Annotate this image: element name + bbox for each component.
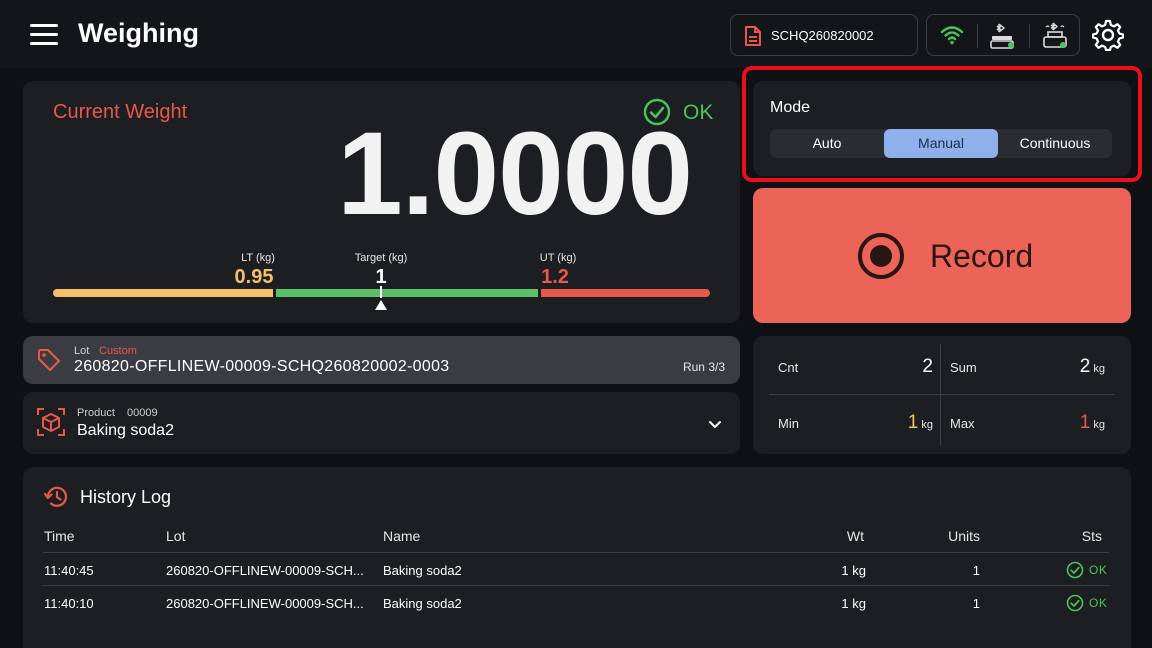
row-status: OK bbox=[1066, 561, 1112, 579]
row-units: 1 bbox=[972, 596, 980, 611]
divider bbox=[43, 585, 1109, 586]
sum-value: 2 kg bbox=[1043, 356, 1105, 378]
wifi-icon bbox=[940, 26, 964, 45]
current-weight-label: Current Weight bbox=[53, 101, 188, 123]
row-weight: 1 kg bbox=[841, 563, 866, 578]
sum-label: Sum bbox=[950, 360, 977, 375]
divider bbox=[940, 344, 941, 446]
hamburger-icon[interactable] bbox=[30, 24, 58, 46]
tag-icon bbox=[38, 349, 60, 371]
divider bbox=[977, 24, 978, 48]
lot-custom-badge: Custom bbox=[99, 345, 137, 357]
check-circle-icon bbox=[1066, 594, 1084, 612]
tolerance-bar-low bbox=[53, 289, 273, 297]
statistics-panel: Cnt 2 Sum 2 kg Min 1 kg Max 1 kg bbox=[753, 336, 1131, 454]
max-value: 1 kg bbox=[1043, 412, 1105, 434]
row-name: Baking soda2 bbox=[383, 563, 462, 578]
divider bbox=[769, 394, 1115, 395]
mode-auto-button[interactable]: Auto bbox=[770, 129, 884, 158]
mode-label: Mode bbox=[770, 99, 811, 116]
mode-continuous-button[interactable]: Continuous bbox=[998, 129, 1112, 158]
divider bbox=[1029, 24, 1030, 48]
row-status-text: OK bbox=[1089, 563, 1108, 577]
min-value: 1 kg bbox=[871, 412, 933, 434]
count-value: 2 bbox=[922, 356, 933, 377]
row-units: 1 bbox=[972, 563, 980, 578]
divider bbox=[43, 552, 1109, 553]
lot-value: 260820-OFFLINEW-00009-SCHQ260820002-0003 bbox=[74, 358, 450, 375]
max-unit: kg bbox=[1093, 419, 1105, 431]
history-log-title: History Log bbox=[80, 487, 172, 507]
row-weight: 1 kg bbox=[841, 596, 866, 611]
mode-manual-button[interactable]: Manual bbox=[884, 129, 998, 158]
box-icon bbox=[37, 408, 65, 436]
lower-tolerance-value: 0.95 bbox=[234, 266, 274, 288]
document-selector[interactable]: SCHQ260820002 bbox=[730, 14, 918, 56]
weight-readout: 1.0000 bbox=[337, 108, 693, 240]
count-label: Cnt bbox=[778, 360, 799, 375]
product-label: Product bbox=[77, 407, 115, 419]
gear-icon[interactable] bbox=[1092, 19, 1124, 51]
row-lot: 260820-OFFLINEW-00009-SCH... bbox=[166, 596, 364, 611]
upper-tolerance-value: 1.2 bbox=[541, 266, 569, 288]
product-name: Baking soda2 bbox=[77, 422, 174, 439]
tolerance-bar-ok bbox=[276, 289, 538, 297]
sum-unit: kg bbox=[1093, 363, 1105, 375]
column-header-wt[interactable]: Wt bbox=[800, 528, 864, 544]
product-code: 00009 bbox=[127, 407, 158, 419]
column-header-units[interactable]: Units bbox=[920, 528, 980, 544]
check-circle-icon bbox=[1066, 561, 1084, 579]
lot-label: Lot bbox=[74, 345, 90, 357]
target-pointer-icon bbox=[375, 300, 387, 310]
record-label: Record bbox=[930, 238, 1034, 274]
column-header-name[interactable]: Name bbox=[383, 528, 420, 544]
product-selector[interactable]: Product 00009 Baking soda2 bbox=[23, 392, 740, 454]
top-app-bar: Weighing SCHQ260820002 bbox=[0, 0, 1152, 68]
lot-selector[interactable]: Lot Custom 260820-OFFLINEW-00009-SCHQ260… bbox=[23, 336, 740, 384]
highlight-frame bbox=[742, 66, 1142, 182]
row-status-text: OK bbox=[1089, 596, 1108, 610]
min-unit: kg bbox=[921, 419, 933, 431]
connection-status[interactable] bbox=[926, 14, 1080, 56]
target-marker-line bbox=[380, 286, 382, 298]
row-time: 11:40:10 bbox=[44, 596, 94, 611]
page-title: Weighing bbox=[78, 18, 199, 48]
document-icon bbox=[745, 26, 761, 46]
max-number: 1 bbox=[1079, 412, 1091, 433]
upper-tolerance-label: UT (kg) bbox=[539, 252, 577, 264]
row-name: Baking soda2 bbox=[383, 596, 462, 611]
mode-segmented-control: Auto Manual Continuous bbox=[770, 129, 1112, 158]
chevron-down-icon[interactable] bbox=[708, 420, 722, 430]
record-button[interactable]: Record bbox=[753, 188, 1131, 323]
lower-tolerance-label: LT (kg) bbox=[241, 252, 275, 264]
record-icon bbox=[858, 233, 904, 279]
bluetooth-printer-icon bbox=[1043, 22, 1067, 48]
run-counter: Run 3/3 bbox=[682, 360, 725, 374]
column-header-lot[interactable]: Lot bbox=[166, 528, 185, 544]
tolerance-bar-high bbox=[541, 289, 710, 297]
document-id: SCHQ260820002 bbox=[771, 28, 874, 43]
history-icon bbox=[44, 486, 68, 507]
min-number: 1 bbox=[907, 412, 919, 433]
min-label: Min bbox=[778, 416, 799, 431]
row-status: OK bbox=[1066, 594, 1112, 612]
bluetooth-scale-icon bbox=[990, 23, 1014, 49]
sum-number: 2 bbox=[1079, 356, 1091, 377]
target-label: Target (kg) bbox=[354, 252, 408, 264]
column-header-time[interactable]: Time bbox=[44, 528, 75, 544]
max-label: Max bbox=[950, 416, 975, 431]
row-time: 11:40:45 bbox=[44, 563, 94, 578]
row-lot: 260820-OFFLINEW-00009-SCH... bbox=[166, 563, 364, 578]
column-header-sts[interactable]: Sts bbox=[1050, 528, 1102, 544]
